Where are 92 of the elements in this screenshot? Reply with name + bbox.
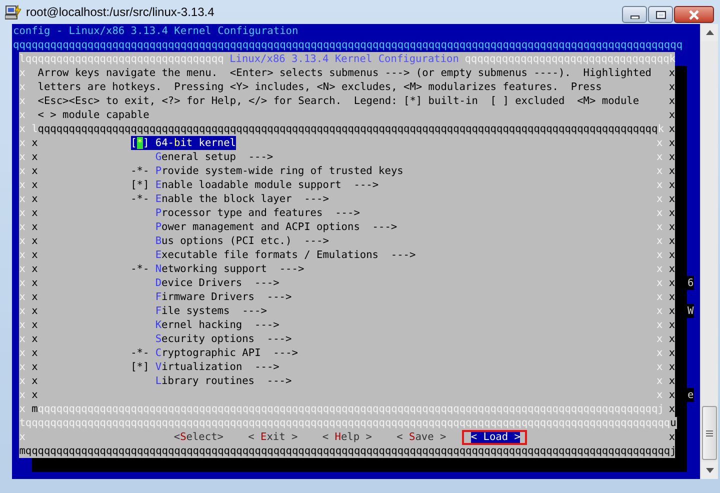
dialog-button[interactable]: <Select> — [174, 430, 224, 444]
scroll-thumb[interactable] — [702, 406, 717, 460]
border-char: x — [668, 192, 676, 206]
menu-item[interactable]: Device Drivers ---> — [155, 276, 280, 290]
border-char: x — [32, 136, 38, 150]
border-char: x — [32, 164, 38, 178]
minimize-button[interactable] — [622, 6, 647, 23]
menu-item[interactable]: Bus options (PCI etc.) ---> — [155, 234, 329, 248]
menu-item[interactable]: General setup ---> — [155, 150, 274, 164]
border-char: x — [668, 94, 676, 108]
border-char: x — [668, 388, 676, 402]
border-char: x — [668, 304, 676, 318]
down-arrow-icon — [706, 468, 714, 473]
menu-item[interactable]: Kernel hacking ---> — [155, 318, 280, 332]
border-char: x — [668, 122, 676, 136]
menu-item[interactable]: Library routines ---> — [155, 374, 292, 388]
border-char: x — [32, 388, 38, 402]
border-char: x — [32, 206, 38, 220]
menu-item[interactable]: Security options ---> — [155, 332, 292, 346]
close-icon — [688, 10, 700, 20]
border-char: x — [32, 248, 38, 262]
screen-char: e — [687, 388, 694, 402]
menu-item[interactable]: Power management and ACPI options ---> — [155, 220, 398, 234]
border-char: x — [668, 430, 676, 444]
menu-item[interactable]: -*- Networking support ---> — [130, 262, 304, 276]
screen-char: 6 — [687, 276, 694, 290]
help-text: Arrow keys navigate the menu. <Enter> selects submenus ---> (or empty submenus ----). Highlighted — [38, 66, 652, 80]
border-char: x — [32, 220, 38, 234]
border-char: x — [668, 164, 676, 178]
border-char: x — [32, 276, 38, 290]
help-text: < > module capable — [38, 108, 150, 122]
dialog-button[interactable]: < Save > — [396, 430, 446, 444]
screen-char: W — [687, 304, 694, 318]
border-char: x — [668, 262, 676, 276]
dialog-button[interactable]: < Help > — [322, 430, 372, 444]
border-char: x — [32, 374, 38, 388]
border-char: x — [668, 346, 676, 360]
border-char: x — [32, 290, 38, 304]
menu-item[interactable]: -*- C ryptographic API ---> — [130, 346, 298, 360]
border-char: x — [668, 66, 676, 80]
border-char: x — [668, 108, 676, 122]
menu-item[interactable]: Firmware Drivers ---> — [155, 290, 292, 304]
maximize-icon — [654, 10, 666, 20]
border-chars: qqqqqqqqqqqqqqqqqqqqqqqqqqqqqqqqqqqqqqqqqqqqqqqqqqqqqqqqqqqqqqqqqqqqqqqqqqqqqqqqqqqqqqqqqqqqqqqqqqqqqqqqqqqq — [13, 38, 683, 52]
border-char: x — [668, 178, 676, 192]
border-char: x — [32, 360, 38, 374]
scroll-down-button[interactable] — [701, 462, 718, 479]
border-char: x — [668, 360, 676, 374]
menu-item[interactable]: -*- Enable the block layer ---> — [130, 192, 329, 206]
computer-icon — [5, 4, 21, 20]
menu-item[interactable]: File systems ---> — [155, 304, 267, 318]
menu-item[interactable]: [*] 64-bit kernel — [130, 136, 236, 150]
border-char: x — [668, 220, 676, 234]
help-text: <Esc><Esc> to exit, <?> for Help, </> for Search. Legend: [*] built-in [ ] excluded <M> module — [38, 94, 640, 108]
border-char: x — [668, 206, 676, 220]
border-char: x — [32, 304, 38, 318]
menu-item[interactable]: Processor type and features ---> — [155, 206, 360, 220]
border-char: x — [668, 276, 676, 290]
border-char: x — [668, 332, 676, 346]
border-chars: mqqqqqqqqqqqqqqqqqqqqqqqqqqqqqqqqqqqqqqqqqqqqqqqqqqqqqqqqqqqqqqqqqqqqqqqqqqqqqqqqqqqqqqqqqqqqqqqqqqqqqqqqj — [19, 444, 676, 458]
scroll-up-button[interactable] — [701, 24, 718, 41]
close-button[interactable] — [674, 6, 714, 23]
menu-item[interactable]: Executable file formats / Emulations ---> — [155, 248, 416, 262]
border-char: x — [668, 402, 676, 416]
dialog-title: Linux/x86 3.13.4 Kernel Configuration — [230, 52, 459, 66]
menu-item[interactable]: [*] Enable loadable module support ---> — [130, 178, 379, 192]
dialog-button[interactable]: < Exit > — [248, 430, 298, 444]
menu-item[interactable]: -*- Provide system-wide ring of trusted keys — [130, 164, 404, 178]
border-char: x — [32, 178, 38, 192]
border-char: x — [32, 332, 38, 346]
help-text: letters are hotkeys. Pressing <Y> includes, <N> excludes, <M> modularizes features. Press — [38, 80, 602, 94]
grip-icon — [706, 430, 713, 436]
border-char: x — [32, 346, 38, 360]
border-char: x — [668, 150, 676, 164]
up-arrow-icon — [706, 30, 714, 35]
menu-item[interactable]: [*] Virtualization ---> — [130, 360, 280, 374]
border-char: x — [32, 234, 38, 248]
scrollbar[interactable] — [700, 24, 718, 479]
border-char: x — [668, 374, 676, 388]
border-char: x — [668, 248, 676, 262]
border-char: x — [32, 318, 38, 332]
border-char: x — [668, 80, 676, 94]
border-char: x — [32, 192, 38, 206]
border-char: x — [668, 290, 676, 304]
border-char: x — [32, 262, 38, 276]
border-char: x — [668, 136, 676, 150]
border-char: x — [668, 318, 676, 332]
border-char: x — [668, 234, 676, 248]
window-title: root@localhost:/usr/src/linux-3.13.4 — [26, 5, 216, 19]
maximize-button[interactable] — [648, 6, 673, 23]
border-char: x — [32, 150, 38, 164]
screen-title: config - Linux/x86 3.13.4 Kernel Configuration — [13, 24, 298, 38]
